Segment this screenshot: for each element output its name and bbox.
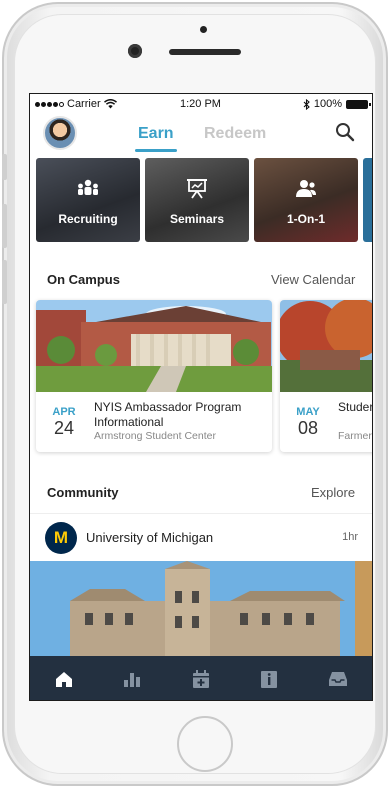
community-title: Community xyxy=(47,485,119,500)
event-photo xyxy=(280,300,372,392)
community-post-header[interactable]: M University of Michigan 1hr xyxy=(30,513,372,561)
event-day: 24 xyxy=(53,418,75,438)
event-day: 08 xyxy=(297,418,319,438)
event-location: Farmer xyxy=(338,430,372,442)
calendar-add-icon[interactable] xyxy=(190,668,212,690)
event-title: Studer and G xyxy=(338,400,373,414)
info-document-icon[interactable] xyxy=(258,668,280,690)
volume-down-button xyxy=(2,260,7,304)
status-bar: Carrier 1:20 PM 100% xyxy=(30,94,372,114)
proximity-sensor xyxy=(200,26,207,33)
event-title: NYIS Ambassador Program Informational xyxy=(94,400,242,429)
event-month: MAY xyxy=(296,406,320,418)
event-carousel: APR 24 NYIS Ambassador Program Informati… xyxy=(30,300,373,454)
app-header: Earn Redeem xyxy=(30,114,372,156)
active-tab-indicator xyxy=(135,149,177,152)
app-screen: Carrier 1:20 PM 100% Earn Redeem Recruit… xyxy=(29,93,373,701)
stats-icon[interactable] xyxy=(121,668,143,690)
category-tile-one-on-one[interactable]: 1-On-1 xyxy=(254,158,358,242)
event-location: Armstrong Student Center xyxy=(94,430,216,442)
community-name: University of Michigan xyxy=(86,530,214,545)
battery-icon xyxy=(346,99,371,109)
presentation-icon xyxy=(187,179,207,199)
event-month: APR xyxy=(52,406,76,418)
post-time: 1hr xyxy=(342,531,358,543)
front-camera xyxy=(128,44,142,58)
category-label: Recruiting xyxy=(58,212,118,226)
bottom-tab-bar xyxy=(30,656,372,700)
on-campus-title: On Campus xyxy=(47,272,120,287)
group-icon xyxy=(78,179,98,195)
carrier-label: Carrier xyxy=(67,98,101,110)
event-card[interactable]: MAY 08 Studer and G Farmer xyxy=(280,300,373,452)
community-photo[interactable] xyxy=(30,561,373,657)
mute-switch xyxy=(2,154,7,180)
inbox-icon[interactable] xyxy=(327,668,349,690)
event-card[interactable]: APR 24 NYIS Ambassador Program Informati… xyxy=(36,300,272,452)
view-calendar-link[interactable]: View Calendar xyxy=(271,272,355,287)
clock: 1:20 PM xyxy=(180,98,221,110)
volume-up-button xyxy=(2,204,7,248)
home-button[interactable] xyxy=(177,716,233,772)
event-photo xyxy=(36,300,272,392)
battery-percent: 100% xyxy=(313,98,342,110)
category-tile-seminars[interactable]: Seminars xyxy=(145,158,249,242)
tab-redeem[interactable]: Redeem xyxy=(204,125,266,143)
category-tile-partial[interactable] xyxy=(363,158,372,242)
bluetooth-icon xyxy=(303,98,310,110)
home-icon[interactable] xyxy=(53,668,75,690)
category-label: 1-On-1 xyxy=(286,212,325,226)
category-tile-recruiting[interactable]: Recruiting xyxy=(36,158,140,242)
category-label: Seminars xyxy=(169,212,225,226)
michigan-logo: M xyxy=(45,522,77,554)
signal-strength-icon xyxy=(35,101,64,107)
earpiece-speaker xyxy=(169,49,241,55)
wifi-icon xyxy=(103,99,117,109)
profile-avatar[interactable] xyxy=(43,116,77,150)
explore-link[interactable]: Explore xyxy=(311,485,355,500)
one-on-one-icon xyxy=(296,180,316,197)
category-carousel: Recruiting Seminars 1-On-1 xyxy=(30,158,372,243)
search-icon[interactable] xyxy=(335,122,355,142)
tab-earn[interactable]: Earn xyxy=(138,125,174,143)
